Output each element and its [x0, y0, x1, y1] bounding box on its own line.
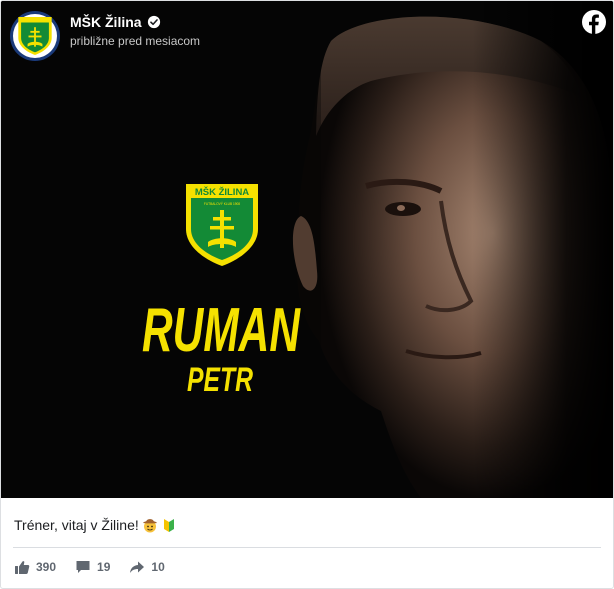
post-caption: Tréner, vitaj v Žiline!: [14, 517, 177, 533]
thumbs-up-icon: [15, 561, 30, 574]
like-stat[interactable]: 390: [14, 559, 56, 575]
post-timestamp[interactable]: približne pred mesiacom: [70, 34, 200, 48]
page-name-link[interactable]: MŠK Žilina: [70, 14, 161, 30]
post-header: MŠK Žilina približne pred mesiacom: [1, 1, 613, 71]
page-name[interactable]: MŠK Žilina: [70, 14, 142, 30]
comment-stat[interactable]: 19: [75, 559, 110, 575]
page-avatar[interactable]: [10, 11, 60, 61]
club-crest-avatar-icon: [18, 17, 52, 55]
verified-badge-icon: [147, 15, 160, 29]
coach-announcement-graphic: MŠK ŽILINA FUTBALOVÝ KLUB 1908 RUMAN PET…: [1, 1, 613, 498]
share-arrow-icon: [130, 561, 145, 573]
engagement-stats: 390 19 10: [14, 559, 184, 575]
divider: [13, 547, 601, 548]
comment-count: 19: [97, 560, 111, 574]
like-count: 390: [36, 560, 57, 574]
facebook-logo-icon[interactable]: [582, 10, 606, 34]
coach-first-name: PETR: [187, 361, 253, 399]
comment-bubble-icon: [76, 561, 90, 573]
share-stat[interactable]: 10: [129, 559, 165, 575]
coach-surname: RUMAN: [142, 296, 301, 365]
share-count: 10: [151, 560, 165, 574]
coach-portrait: [1, 1, 613, 498]
post-image[interactable]: MŠK ŽILINA FUTBALOVÝ KLUB 1908 RUMAN PET…: [1, 1, 613, 498]
caption-text: Tréner, vitaj v Žiline!: [14, 517, 139, 533]
facebook-post-embed: MŠK ŽILINA FUTBALOVÝ KLUB 1908 RUMAN PET…: [0, 0, 614, 589]
japanese-beginner-symbol-emoji: [163, 519, 174, 532]
crest-subtitle: FUTBALOVÝ KLUB 1908: [204, 202, 240, 206]
crest-title: MŠK ŽILINA: [195, 186, 249, 198]
cowboy-face-emoji: [142, 519, 157, 533]
